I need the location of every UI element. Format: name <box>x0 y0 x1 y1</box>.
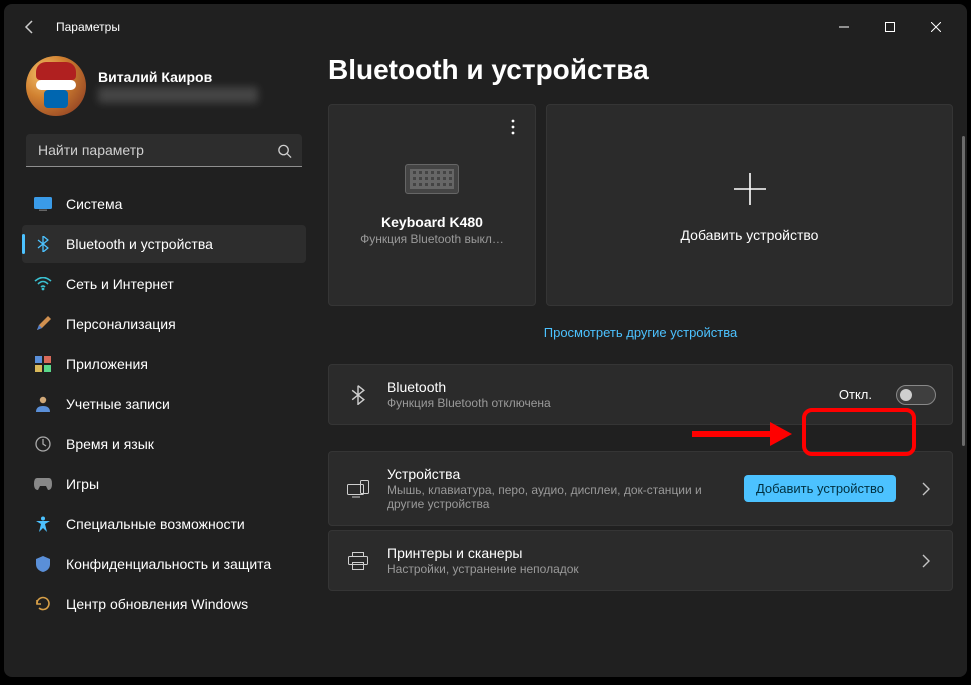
bluetooth-row: Bluetooth Функция Bluetooth отключена От… <box>328 364 953 425</box>
sidebar-item-label: Специальные возможности <box>66 516 245 532</box>
sidebar-item-label: Персонализация <box>66 316 176 332</box>
view-more-devices[interactable]: Просмотреть другие устройства <box>328 324 953 342</box>
profile-block[interactable]: Виталий Каиров <box>22 56 306 132</box>
nav: Система Bluetooth и устройства Сеть и Ин… <box>22 185 306 623</box>
add-device-label: Добавить устройство <box>681 227 819 243</box>
add-device-button[interactable]: Добавить устройство <box>744 475 896 502</box>
profile-email-blurred <box>98 87 258 103</box>
chevron-right-icon <box>916 482 936 496</box>
add-device-card[interactable]: Добавить устройство <box>546 104 953 306</box>
close-button[interactable] <box>913 4 959 50</box>
sidebar: Виталий Каиров Система Bluetooth и устро… <box>4 50 314 677</box>
brush-icon <box>34 315 52 333</box>
sidebar-item-apps[interactable]: Приложения <box>22 345 306 383</box>
printers-row-title: Принтеры и сканеры <box>387 545 900 561</box>
search-icon <box>277 143 292 158</box>
sidebar-item-label: Конфиденциальность и защита <box>66 556 271 572</box>
back-button[interactable] <box>12 9 48 45</box>
printer-icon <box>345 552 371 570</box>
sidebar-item-label: Сеть и Интернет <box>66 276 174 292</box>
scrollbar-thumb[interactable] <box>962 136 965 446</box>
chevron-right-icon <box>916 554 936 568</box>
sidebar-item-system[interactable]: Система <box>22 185 306 223</box>
sidebar-item-time-language[interactable]: Время и язык <box>22 425 306 463</box>
main-content: Bluetooth и устройства Keyboard K480 Фун… <box>314 50 967 677</box>
toggle-state-label: Откл. <box>839 387 872 402</box>
clock-globe-icon <box>34 435 52 453</box>
sidebar-item-gaming[interactable]: Игры <box>22 465 306 503</box>
search-input[interactable] <box>26 134 302 167</box>
update-icon <box>34 595 52 613</box>
avatar <box>26 56 86 116</box>
device-name: Keyboard K480 <box>381 214 483 230</box>
devices-row-title: Устройства <box>387 466 728 482</box>
sidebar-item-network[interactable]: Сеть и Интернет <box>22 265 306 303</box>
profile-name: Виталий Каиров <box>98 69 306 85</box>
sidebar-item-accessibility[interactable]: Специальные возможности <box>22 505 306 543</box>
app-title: Параметры <box>56 20 120 34</box>
device-card-keyboard[interactable]: Keyboard K480 Функция Bluetooth выкл… <box>328 104 536 306</box>
gamepad-icon <box>34 475 52 493</box>
sidebar-item-label: Игры <box>66 476 99 492</box>
view-more-devices-link[interactable]: Просмотреть другие устройства <box>544 325 738 340</box>
shield-icon <box>34 555 52 573</box>
sidebar-item-label: Время и язык <box>66 436 154 452</box>
page-title: Bluetooth и устройства <box>328 54 953 86</box>
printers-row[interactable]: Принтеры и сканеры Настройки, устранение… <box>328 530 953 591</box>
person-icon <box>34 395 52 413</box>
search-box[interactable] <box>26 134 302 167</box>
device-status: Функция Bluetooth выкл… <box>360 232 504 246</box>
maximize-button[interactable] <box>867 4 913 50</box>
bluetooth-row-sub: Функция Bluetooth отключена <box>387 396 823 410</box>
sidebar-item-label: Учетные записи <box>66 396 170 412</box>
sidebar-item-accounts[interactable]: Учетные записи <box>22 385 306 423</box>
sidebar-item-windows-update[interactable]: Центр обновления Windows <box>22 585 306 623</box>
sidebar-item-label: Приложения <box>66 356 148 372</box>
devices-row[interactable]: Устройства Мышь, клавиатура, перо, аудио… <box>328 451 953 526</box>
wifi-icon <box>34 275 52 293</box>
sidebar-item-bluetooth[interactable]: Bluetooth и устройства <box>22 225 306 263</box>
sidebar-item-personalization[interactable]: Персонализация <box>22 305 306 343</box>
minimize-button[interactable] <box>821 4 867 50</box>
devices-row-sub: Мышь, клавиатура, перо, аудио, дисплеи, … <box>387 483 728 511</box>
plus-icon <box>728 167 772 211</box>
printers-row-sub: Настройки, устранение неполадок <box>387 562 900 576</box>
settings-window: Параметры Виталий Каиров <box>4 4 967 677</box>
bluetooth-toggle[interactable] <box>896 385 936 405</box>
bluetooth-icon <box>34 235 52 253</box>
accessibility-icon <box>34 515 52 533</box>
devices-icon <box>345 480 371 498</box>
sidebar-item-label: Bluetooth и устройства <box>66 236 213 252</box>
sidebar-item-privacy[interactable]: Конфиденциальность и защита <box>22 545 306 583</box>
system-icon <box>34 195 52 213</box>
bluetooth-row-title: Bluetooth <box>387 379 823 395</box>
apps-icon <box>34 355 52 373</box>
sidebar-item-label: Центр обновления Windows <box>66 596 248 612</box>
device-more-button[interactable] <box>499 113 527 141</box>
sidebar-item-label: Система <box>66 196 122 212</box>
bluetooth-icon <box>345 385 371 405</box>
keyboard-icon <box>405 164 459 194</box>
titlebar: Параметры <box>4 4 967 50</box>
